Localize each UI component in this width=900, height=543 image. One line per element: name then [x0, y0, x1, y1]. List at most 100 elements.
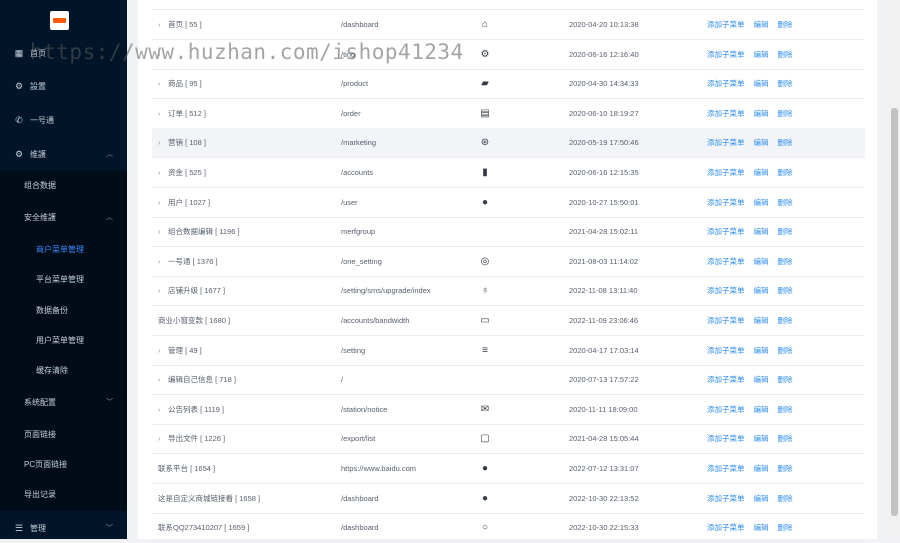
- delete-link[interactable]: 删除: [778, 138, 793, 147]
- edit-link[interactable]: 编辑: [754, 79, 769, 88]
- sub-item-security[interactable]: 安全维護 ︿: [0, 203, 127, 233]
- add-child-menu-link[interactable]: 添加子菜单: [707, 405, 745, 414]
- delete-link[interactable]: 删除: [778, 316, 793, 325]
- edit-link[interactable]: 编辑: [754, 434, 769, 443]
- table-row[interactable]: › 商品 [ 95 ] /product ▰ 2020-04-30 14:34:33 添加…: [152, 69, 865, 100]
- delete-link[interactable]: 删除: [778, 405, 793, 414]
- delete-link[interactable]: 删除: [778, 346, 793, 355]
- chevron-right-icon[interactable]: ›: [158, 217, 168, 247]
- add-child-menu-link[interactable]: 添加子菜单: [707, 375, 745, 384]
- chevron-right-icon[interactable]: ›: [158, 247, 168, 277]
- logo[interactable]: [50, 11, 69, 30]
- sidebar-item-one-pass[interactable]: ✆ 一号通: [0, 106, 127, 134]
- sub-item-cache-clear[interactable]: 缓存清除: [0, 356, 127, 386]
- delete-link[interactable]: 删除: [778, 494, 793, 503]
- table-row[interactable]: › 订单 [ 512 ] /order ▤ 2020-06-10 18:19:27 添加子…: [152, 99, 865, 129]
- delete-link[interactable]: 删除: [778, 227, 793, 236]
- edit-link[interactable]: 编辑: [754, 257, 769, 266]
- add-child-menu-link[interactable]: 添加子菜单: [707, 346, 745, 355]
- table-row[interactable]: 商业小窗变款 [ 1680 ] /accounts/bandwidth ▭ 2022-…: [152, 306, 865, 336]
- chevron-right-icon[interactable]: ›: [158, 424, 168, 454]
- add-child-menu-link[interactable]: 添加子菜单: [707, 138, 745, 147]
- chevron-right-icon[interactable]: ›: [158, 395, 168, 425]
- add-child-menu-link[interactable]: 添加子菜单: [707, 109, 745, 118]
- edit-link[interactable]: 编辑: [754, 50, 769, 59]
- delete-link[interactable]: 删除: [778, 20, 793, 29]
- edit-link[interactable]: 编辑: [754, 20, 769, 29]
- sub-item-page-links[interactable]: 页面链接: [0, 420, 127, 450]
- add-child-menu-link[interactable]: 添加子菜单: [707, 227, 745, 236]
- edit-link[interactable]: 编辑: [754, 168, 769, 177]
- table-row[interactable]: › 店铺升级 [ 1677 ] /setting/sms/upgrade/index…: [152, 276, 865, 307]
- edit-link[interactable]: 编辑: [754, 523, 769, 532]
- chevron-right-icon[interactable]: ›: [158, 365, 168, 395]
- chevron-right-icon[interactable]: ›: [158, 336, 168, 366]
- add-child-menu-link[interactable]: 添加子菜单: [707, 316, 745, 325]
- edit-link[interactable]: 编辑: [754, 227, 769, 236]
- add-child-menu-link[interactable]: 添加子菜单: [707, 168, 745, 177]
- delete-link[interactable]: 删除: [778, 464, 793, 473]
- sub-item-backup[interactable]: 数据备份: [0, 296, 127, 326]
- add-child-menu-link[interactable]: 添加子菜单: [707, 20, 745, 29]
- sub-item-export-log[interactable]: 导出记录: [0, 480, 127, 510]
- edit-link[interactable]: 编辑: [754, 346, 769, 355]
- scrollbar[interactable]: [889, 0, 900, 539]
- table-row[interactable]: › 组合数据编辑 [ 1196 ] merfgroup 2021-04-28 15:0…: [152, 217, 865, 248]
- add-child-menu-link[interactable]: 添加子菜单: [707, 257, 745, 266]
- delete-link[interactable]: 删除: [778, 198, 793, 207]
- edit-link[interactable]: 编辑: [754, 138, 769, 147]
- edit-link[interactable]: 编辑: [754, 405, 769, 414]
- edit-link[interactable]: 编辑: [754, 316, 769, 325]
- delete-link[interactable]: 删除: [778, 168, 793, 177]
- sub-item-combo-data[interactable]: 组合数据: [0, 171, 127, 201]
- edit-link[interactable]: 编辑: [754, 198, 769, 207]
- scroll-thumb[interactable]: [891, 108, 898, 516]
- chevron-right-icon[interactable]: ›: [158, 158, 168, 188]
- chevron-right-icon[interactable]: ›: [158, 10, 168, 40]
- add-child-menu-link[interactable]: 添加子菜单: [707, 198, 745, 207]
- table-row[interactable]: 这是自定义商城链接看 [ 1658 ] /dashboard ● 2022-10-30…: [152, 484, 865, 514]
- table-row[interactable]: › 营销 [ 108 ] /marketing ⊛ 2020-05-19 17:50:4…: [152, 128, 865, 159]
- table-row[interactable]: › 编辑自己信息 [ 718 ] / 2020-07-13 17:57:22 添加子菜单…: [152, 365, 865, 396]
- delete-link[interactable]: 删除: [778, 286, 793, 295]
- table-row[interactable]: › 导出文件 [ 1226 ] /export/list ▢ 2021-04-28 15…: [152, 424, 865, 455]
- add-child-menu-link[interactable]: 添加子菜单: [707, 434, 745, 443]
- add-child-menu-link[interactable]: 添加子菜单: [707, 494, 745, 503]
- delete-link[interactable]: 删除: [778, 434, 793, 443]
- edit-link[interactable]: 编辑: [754, 464, 769, 473]
- delete-link[interactable]: 删除: [778, 109, 793, 118]
- table-row[interactable]: › 管理 [ 49 ] /setting ≡ 2020-04-17 17:03:14 添加…: [152, 336, 865, 366]
- edit-link[interactable]: 编辑: [754, 109, 769, 118]
- table-row[interactable]: › 资金 [ 525 ] /accounts ▮ 2020-06-16 12:15:35…: [152, 158, 865, 188]
- delete-link[interactable]: 删除: [778, 375, 793, 384]
- sidebar-item-maintenance[interactable]: ⚙ 维護 ︿: [0, 140, 127, 168]
- sidebar-item-settings[interactable]: ⚙ 設置: [0, 72, 127, 100]
- table-row[interactable]: › 公告列表 [ 1119 ] /station/notice ✉ 2020-11-11…: [152, 395, 865, 425]
- chevron-right-icon[interactable]: ›: [158, 188, 168, 218]
- sub-item-system-config[interactable]: 系统配置 ﹀: [0, 388, 127, 418]
- chevron-right-icon[interactable]: ›: [158, 276, 168, 306]
- chevron-right-icon[interactable]: ›: [158, 69, 168, 99]
- sub-item-user-menu[interactable]: 用户菜单管理: [0, 326, 127, 356]
- add-child-menu-link[interactable]: 添加子菜单: [707, 79, 745, 88]
- add-child-menu-link[interactable]: 添加子菜单: [707, 523, 745, 532]
- sub-item-platform-menu[interactable]: 平台菜单管理: [0, 265, 127, 295]
- add-child-menu-link[interactable]: 添加子菜单: [707, 50, 745, 59]
- delete-link[interactable]: 删除: [778, 79, 793, 88]
- sub-item-merchant-menu[interactable]: 商户菜单管理: [0, 235, 127, 265]
- add-child-menu-link[interactable]: 添加子菜单: [707, 464, 745, 473]
- sidebar-item-manage[interactable]: ☰ 管理 ﹀: [0, 514, 127, 542]
- edit-link[interactable]: 编辑: [754, 286, 769, 295]
- table-row[interactable]: › 用户 [ 1027 ] /user ● 2020-10-27 15:50:01 添加子…: [152, 188, 865, 218]
- delete-link[interactable]: 删除: [778, 50, 793, 59]
- add-child-menu-link[interactable]: 添加子菜单: [707, 286, 745, 295]
- table-row[interactable]: › 一号通 [ 1376 ] /one_setting ◎ 2021-08-03 11:…: [152, 247, 865, 277]
- delete-link[interactable]: 删除: [778, 257, 793, 266]
- sub-item-pc-links[interactable]: PC页面链接: [0, 450, 127, 480]
- table-row[interactable]: 联系平台 [ 1654 ] https://www.baidu.com ● 2022-…: [152, 454, 865, 484]
- edit-link[interactable]: 编辑: [754, 375, 769, 384]
- chevron-right-icon[interactable]: ›: [158, 99, 168, 129]
- table-row[interactable]: › 首页 [ 55 ] /dashboard ⌂ 2020-04-20 10:13:38…: [152, 10, 865, 40]
- edit-link[interactable]: 编辑: [754, 494, 769, 503]
- chevron-right-icon[interactable]: ›: [158, 128, 168, 158]
